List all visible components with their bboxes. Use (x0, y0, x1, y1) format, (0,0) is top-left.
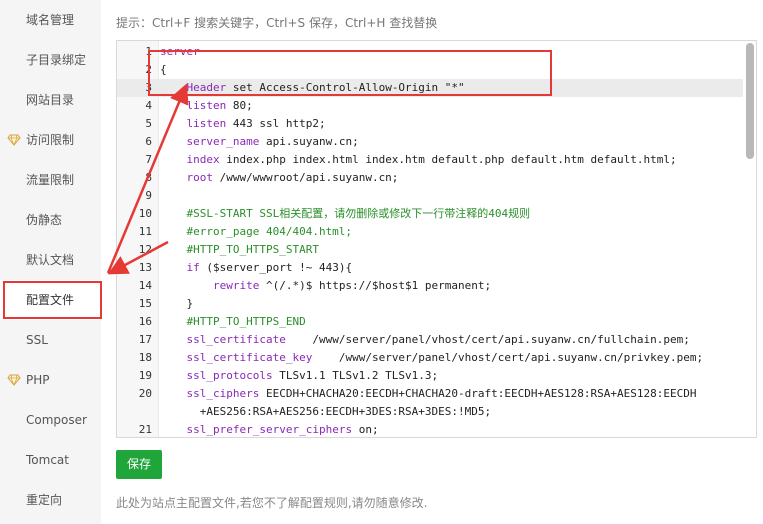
annotation-box-header-line (148, 50, 552, 96)
sidebar-item-label: 重定向 (26, 493, 63, 507)
code-text: if ($server_port !~ 443){ (186, 261, 353, 274)
settings-sidebar: 域名管理 子目录绑定 网站目录 访问限制 流量限制 伪静态 默认文档 配置文件 SSL PHP Co… (0, 0, 101, 524)
sidebar-item-label: 网站目录 (26, 93, 75, 107)
code-line[interactable]: 4 listen 80; (117, 97, 743, 115)
code-line[interactable]: +AES256:RSA+AES256:EECDH+3DES:RSA+3DES:!… (117, 403, 743, 421)
code-text: #SSL-START SSL相关配置，请勿删除或修改下一行带注释的404规则 (160, 207, 531, 220)
editor-hint: 提示：Ctrl+F 搜索关键字，Ctrl+S 保存，Ctrl+H 查找替换 (116, 16, 438, 30)
line-number: 13 (138, 261, 152, 274)
code-text: server_name api.suyanw.cn; (186, 135, 359, 148)
sidebar-item-2[interactable]: 网站目录 (0, 80, 101, 120)
code-line[interactable]: 15 } (117, 295, 743, 313)
sidebar-item-4[interactable]: 流量限制 (0, 160, 101, 200)
code-text: ssl_ciphers EECDH+CHACHA20:EECDH+CHACHA2… (186, 387, 697, 400)
code-text: #error_page 404/404.html; (160, 225, 353, 238)
sidebar-item-1[interactable]: 子目录绑定 (0, 40, 101, 80)
sidebar-item-label: 默认文档 (26, 253, 75, 267)
code-text: ssl_certificate /www/server/panel/vhost/… (186, 333, 690, 346)
sidebar-item-12[interactable]: 重定向 (0, 480, 101, 520)
code-text: #HTTP_TO_HTTPS_END (160, 315, 306, 328)
line-number: 20 (138, 387, 152, 400)
line-number: 12 (138, 243, 152, 256)
line-number: 19 (138, 369, 152, 382)
sidebar-item-label: 子目录绑定 (26, 53, 87, 67)
sidebar-item-10[interactable]: Composer (0, 400, 101, 440)
code-line[interactable]: 14 rewrite ^(/.*)$ https://$host$1 perma… (117, 277, 743, 295)
sidebar-item-label: Tomcat (26, 453, 69, 467)
sidebar-item-6[interactable]: 默认文档 (0, 240, 101, 280)
sidebar-item-11[interactable]: Tomcat (0, 440, 101, 480)
code-line[interactable]: 7 index index.php index.html index.htm d… (117, 151, 743, 169)
save-button[interactable]: 保存 (116, 450, 162, 479)
code-line[interactable]: 16 #HTTP_TO_HTTPS_END (117, 313, 743, 331)
sidebar-item-5[interactable]: 伪静态 (0, 200, 101, 240)
sidebar-item-8[interactable]: SSL (0, 320, 101, 360)
code-line[interactable]: 5 listen 443 ssl http2; (117, 115, 743, 133)
scrollbar-thumb[interactable] (746, 43, 754, 159)
line-number: 4 (145, 99, 152, 112)
code-line[interactable]: 21 ssl_prefer_server_ciphers on; (117, 421, 743, 437)
line-number: 18 (138, 351, 152, 364)
line-number: 3 (145, 81, 152, 94)
line-number: 7 (145, 153, 152, 166)
sidebar-item-label: Composer (26, 413, 87, 427)
sidebar-item-label: 域名管理 (26, 13, 75, 27)
code-text: ssl_prefer_server_ciphers on; (186, 423, 379, 436)
editor-scrollbar[interactable] (746, 43, 754, 435)
sidebar-item-3[interactable]: 访问限制 (0, 120, 101, 160)
config-warning-note: 此处为站点主配置文件,若您不了解配置规则,请勿随意修改. (116, 496, 428, 510)
line-number: 10 (138, 207, 152, 220)
line-number: 5 (145, 117, 152, 130)
sidebar-item-label: 流量限制 (26, 173, 75, 187)
code-text: listen 80; (186, 99, 253, 112)
code-line[interactable]: 19 ssl_protocols TLSv1.1 TLSv1.2 TLSv1.3… (117, 367, 743, 385)
code-line[interactable]: 6 server_name api.suyanw.cn; (117, 133, 743, 151)
line-number: 17 (138, 333, 152, 346)
config-editor[interactable]: 1 server 2{3 Header set Access-Control-All… (116, 40, 757, 438)
code-text: rewrite ^(/.*)$ https://$host$1 permanen… (212, 279, 492, 292)
line-number: 1 (145, 45, 152, 58)
code-text: #HTTP_TO_HTTPS_START (160, 243, 319, 256)
diamond-vip-icon (7, 374, 21, 387)
code-text: ssl_protocols TLSv1.1 TLSv1.2 TLSv1.3; (186, 369, 439, 382)
line-number: 2 (145, 63, 152, 76)
code-text: ssl_certificate_key /www/server/panel/vh… (186, 351, 704, 364)
code-line[interactable]: 13 if ($server_port !~ 443){ (117, 259, 743, 277)
line-number: 6 (145, 135, 152, 148)
line-number: 15 (138, 297, 152, 310)
sidebar-item-label: 访问限制 (26, 133, 75, 147)
line-number: 11 (138, 225, 152, 238)
code-line[interactable]: 17 ssl_certificate /www/server/panel/vho… (117, 331, 743, 349)
sidebar-item-label: PHP (26, 373, 50, 387)
code-line[interactable]: 12 #HTTP_TO_HTTPS_START (117, 241, 743, 259)
code-text: index index.php index.html index.htm def… (186, 153, 677, 166)
diamond-vip-icon (7, 134, 21, 147)
code-line[interactable]: 9 (117, 187, 743, 205)
line-number: 16 (138, 315, 152, 328)
line-number: 21 (138, 423, 152, 436)
code-text: listen 443 ssl http2; (186, 117, 326, 130)
code-text: +AES256:RSA+AES256:EECDH+3DES:RSA+3DES:!… (160, 405, 492, 418)
line-number: 14 (138, 279, 152, 292)
line-number: 9 (145, 189, 152, 202)
code-line[interactable]: 20 ssl_ciphers EECDH+CHACHA20:EECDH+CHAC… (117, 385, 743, 403)
code-text: root /www/wwwroot/api.suyanw.cn; (186, 171, 399, 184)
sidebar-item-9[interactable]: PHP (0, 360, 101, 400)
sidebar-item-label: SSL (26, 333, 48, 347)
annotation-box-config-file (3, 281, 102, 319)
code-line[interactable]: 18 ssl_certificate_key /www/server/panel… (117, 349, 743, 367)
sidebar-item-0[interactable]: 域名管理 (0, 0, 101, 40)
code-line[interactable]: 8 root /www/wwwroot/api.suyanw.cn; (117, 169, 743, 187)
code-line[interactable]: 11 #error_page 404/404.html; (117, 223, 743, 241)
code-text: } (160, 297, 194, 310)
sidebar-item-label: 伪静态 (26, 213, 63, 227)
line-number: 8 (145, 171, 152, 184)
code-line[interactable]: 10 #SSL-START SSL相关配置，请勿删除或修改下一行带注释的404规… (117, 205, 743, 223)
